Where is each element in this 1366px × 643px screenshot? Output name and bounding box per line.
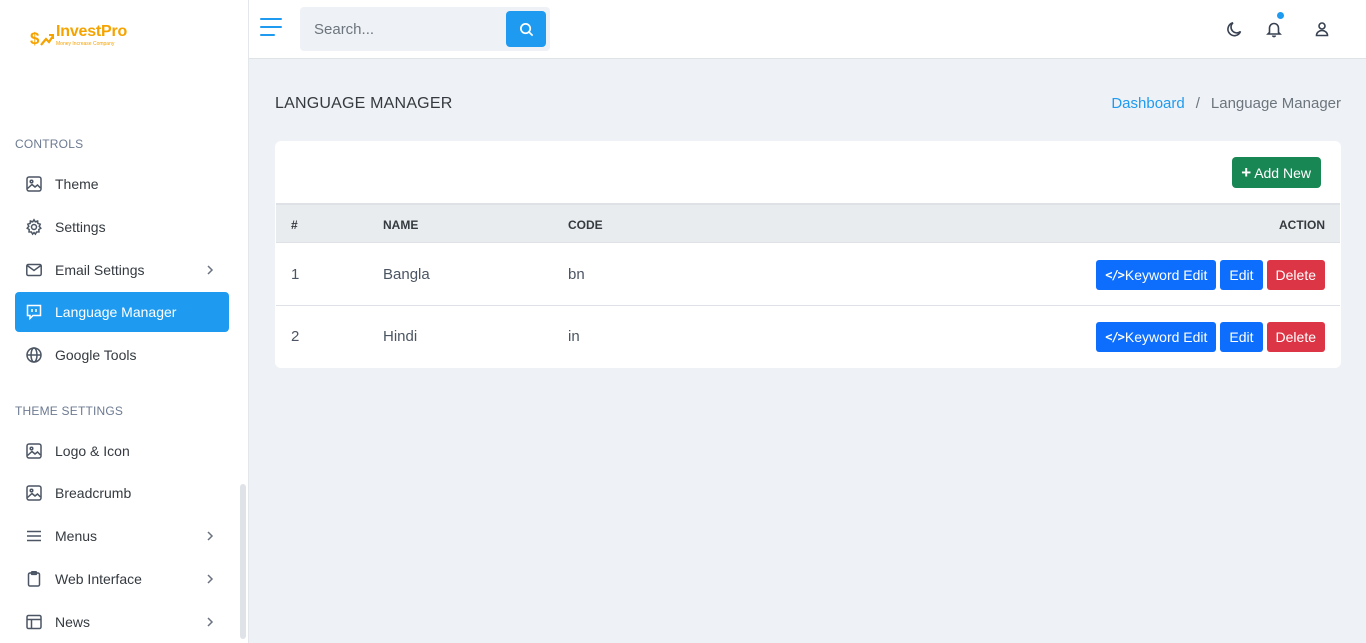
sidebar-item-label: Web Interface: [55, 571, 142, 587]
page-title: LANGUAGE MANAGER: [275, 95, 453, 112]
breadcrumb-separator: /: [1195, 95, 1200, 112]
add-new-button[interactable]: + Add New: [1232, 157, 1321, 188]
mail-icon: [25, 261, 43, 279]
keyword-edit-button[interactable]: </> Keyword Edit: [1096, 322, 1217, 352]
language-table-card: + Add New # NAME CODE ACTION 1 Bangla bn…: [275, 141, 1341, 368]
row-actions: </> Keyword Edit Edit Delete: [1092, 322, 1325, 352]
column-header-code: CODE: [568, 218, 603, 232]
sidebar: $ InvestPro Money Increase Company CONTR…: [0, 0, 249, 643]
sidebar-item-label: Breadcrumb: [55, 485, 132, 501]
sidebar-scrollbar[interactable]: [240, 484, 246, 639]
bell-icon[interactable]: [1263, 12, 1285, 40]
table-header: # NAME CODE ACTION: [276, 203, 1340, 243]
clipboard-icon: [25, 570, 43, 588]
edit-label: Edit: [1229, 267, 1254, 283]
svg-text:$: $: [30, 29, 40, 48]
brand-name: InvestPro: [56, 23, 128, 40]
sidebar-item-breadcrumb[interactable]: Breadcrumb: [15, 473, 229, 513]
keyword-edit-button[interactable]: </> Keyword Edit: [1096, 260, 1217, 290]
row-actions: </> Keyword Edit Edit Delete: [1092, 260, 1325, 290]
sidebar-item-logo-icon[interactable]: Logo & Icon: [15, 431, 229, 471]
chat-icon: [25, 303, 43, 321]
sidebar-item-label: Google Tools: [55, 347, 137, 363]
image-icon: [25, 175, 43, 193]
sidebar-item-web-interface[interactable]: Web Interface: [15, 559, 229, 599]
cell-code: bn: [568, 266, 585, 283]
section-title-theme-settings: THEME SETTINGS: [15, 404, 124, 418]
keyword-edit-label: Keyword Edit: [1124, 267, 1208, 283]
edit-button[interactable]: Edit: [1220, 322, 1263, 352]
delete-button[interactable]: Delete: [1266, 322, 1325, 352]
sidebar-item-google-tools[interactable]: Google Tools: [15, 335, 229, 375]
breadcrumb: Dashboard / Language Manager: [1111, 95, 1341, 112]
keyword-edit-label: Keyword Edit: [1124, 329, 1208, 345]
code-icon: </>: [1105, 268, 1125, 282]
sidebar-item-language-manager[interactable]: Language Manager: [15, 292, 229, 332]
sidebar-item-news[interactable]: News: [15, 602, 229, 642]
cell-index: 1: [291, 266, 300, 283]
cell-name: Hindi: [383, 328, 418, 345]
edit-button[interactable]: Edit: [1220, 260, 1263, 290]
brand-logo[interactable]: $ InvestPro Money Increase Company: [30, 24, 127, 50]
search-box: [300, 7, 550, 51]
cell-index: 2: [291, 328, 300, 345]
chevron-right-icon: [203, 263, 217, 277]
brand-tagline: Money Increase Company: [56, 41, 115, 47]
search-icon: [519, 22, 533, 36]
delete-label: Delete: [1275, 267, 1316, 283]
cell-name: Bangla: [383, 266, 430, 283]
cell-code: in: [568, 328, 580, 345]
sidebar-item-label: Theme: [55, 176, 99, 192]
globe-icon: [25, 346, 43, 364]
logo-mark-icon: $: [30, 29, 54, 48]
sidebar-item-label: News: [55, 614, 91, 630]
sidebar-item-menus[interactable]: Menus: [15, 516, 229, 556]
table-row: 1 Bangla bn </> Keyword Edit Edit Delete: [276, 244, 1340, 306]
chevron-right-icon: [203, 615, 217, 629]
image-icon: [25, 442, 43, 460]
moon-icon[interactable]: [1224, 18, 1246, 40]
sidebar-item-settings[interactable]: Settings: [15, 207, 229, 247]
search-button[interactable]: [506, 11, 546, 47]
edit-label: Edit: [1229, 329, 1254, 345]
plus-icon: +: [1241, 163, 1252, 182]
column-header-action: ACTION: [1279, 218, 1325, 232]
image-icon: [25, 484, 43, 502]
menu-icon: [25, 527, 43, 545]
sidebar-item-label: Email Settings: [55, 262, 145, 278]
sidebar-item-label: Menus: [55, 528, 98, 544]
delete-label: Delete: [1275, 329, 1316, 345]
notification-dot: [1277, 12, 1284, 19]
breadcrumb-current: Language Manager: [1210, 95, 1341, 112]
sidebar-item-email-settings[interactable]: Email Settings: [15, 250, 229, 290]
section-title-controls: CONTROLS: [15, 137, 84, 151]
sidebar-item-label: Settings: [55, 219, 106, 235]
sidebar-item-label: Logo & Icon: [55, 443, 130, 459]
delete-button[interactable]: Delete: [1266, 260, 1325, 290]
breadcrumb-dashboard-link[interactable]: Dashboard: [1111, 95, 1184, 112]
sidebar-item-theme[interactable]: Theme: [15, 164, 229, 204]
search-input[interactable]: [300, 7, 505, 51]
gear-icon: [25, 218, 43, 236]
sidebar-item-label: Language Manager: [55, 304, 177, 320]
chevron-right-icon: [203, 572, 217, 586]
column-header-index: #: [291, 218, 298, 232]
code-icon: </>: [1105, 330, 1125, 344]
add-new-label: Add New: [1254, 164, 1311, 181]
chevron-right-icon: [203, 529, 217, 543]
top-bar: [249, 0, 1366, 59]
hamburger-icon[interactable]: [260, 18, 282, 40]
layout-icon: [25, 613, 43, 631]
table-row: 2 Hindi in </> Keyword Edit Edit Delete: [276, 306, 1340, 368]
user-icon[interactable]: [1311, 18, 1333, 40]
column-header-name: NAME: [383, 218, 419, 232]
